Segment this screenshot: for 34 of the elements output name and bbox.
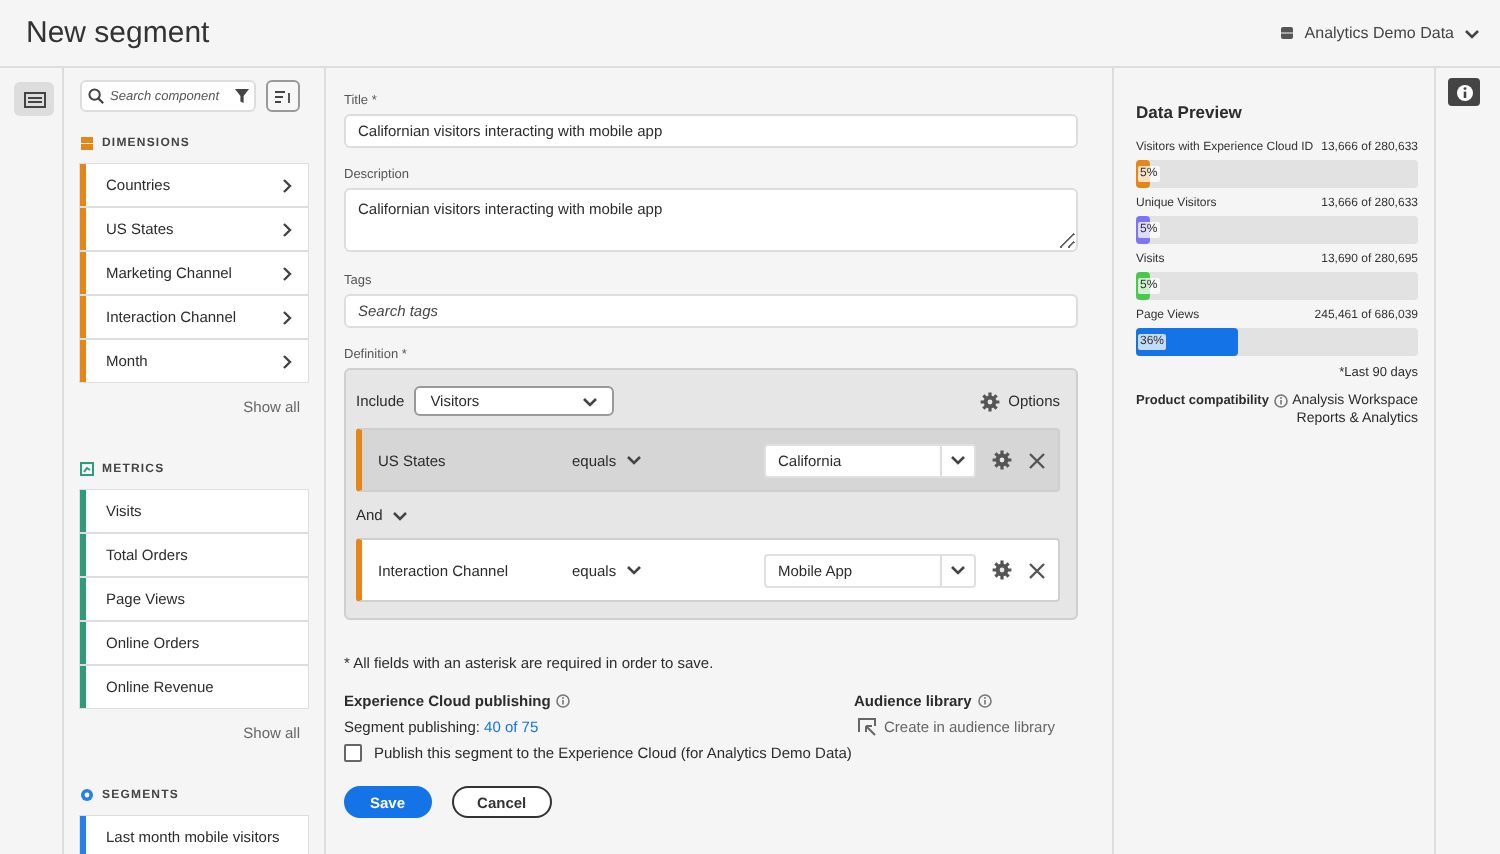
chevron-down-icon xyxy=(626,454,643,466)
chevron-down-icon xyxy=(626,564,643,576)
info-icon xyxy=(1274,394,1289,408)
chevron-down-icon xyxy=(582,395,599,407)
chevron-right-icon xyxy=(282,221,292,237)
chevron-right-icon xyxy=(282,265,292,281)
panel-title: Data Preview xyxy=(1136,102,1244,122)
panel-toggle-button[interactable] xyxy=(14,82,54,116)
panel-icon xyxy=(23,91,45,107)
sort-icon xyxy=(274,89,292,103)
info-icon xyxy=(1455,83,1473,101)
close-icon[interactable] xyxy=(1028,451,1046,469)
chevron-down-icon xyxy=(392,509,409,521)
database-icon xyxy=(1280,26,1295,40)
info-button[interactable] xyxy=(1448,78,1480,106)
page-title: New segment xyxy=(26,16,210,50)
info-icon xyxy=(556,694,571,708)
chevron-right-icon xyxy=(282,309,292,325)
info-icon xyxy=(977,694,992,708)
filter-icon[interactable] xyxy=(234,88,250,104)
chevron-down-icon xyxy=(950,454,966,466)
chevron-down-icon xyxy=(950,564,966,576)
search-icon xyxy=(88,88,104,104)
gear-icon[interactable] xyxy=(980,391,1001,411)
chevron-right-icon xyxy=(282,177,292,193)
sort-button[interactable] xyxy=(266,80,300,112)
report-suite-selector[interactable]: Analytics Demo Data xyxy=(1280,24,1480,42)
gear-icon[interactable] xyxy=(992,450,1012,470)
audience-icon xyxy=(858,718,876,736)
gear-icon[interactable] xyxy=(992,560,1012,580)
chevron-right-icon xyxy=(282,353,292,369)
checkbox[interactable] xyxy=(344,744,362,762)
chevron-down-icon[interactable] xyxy=(1464,27,1480,39)
close-icon[interactable] xyxy=(1028,561,1046,579)
